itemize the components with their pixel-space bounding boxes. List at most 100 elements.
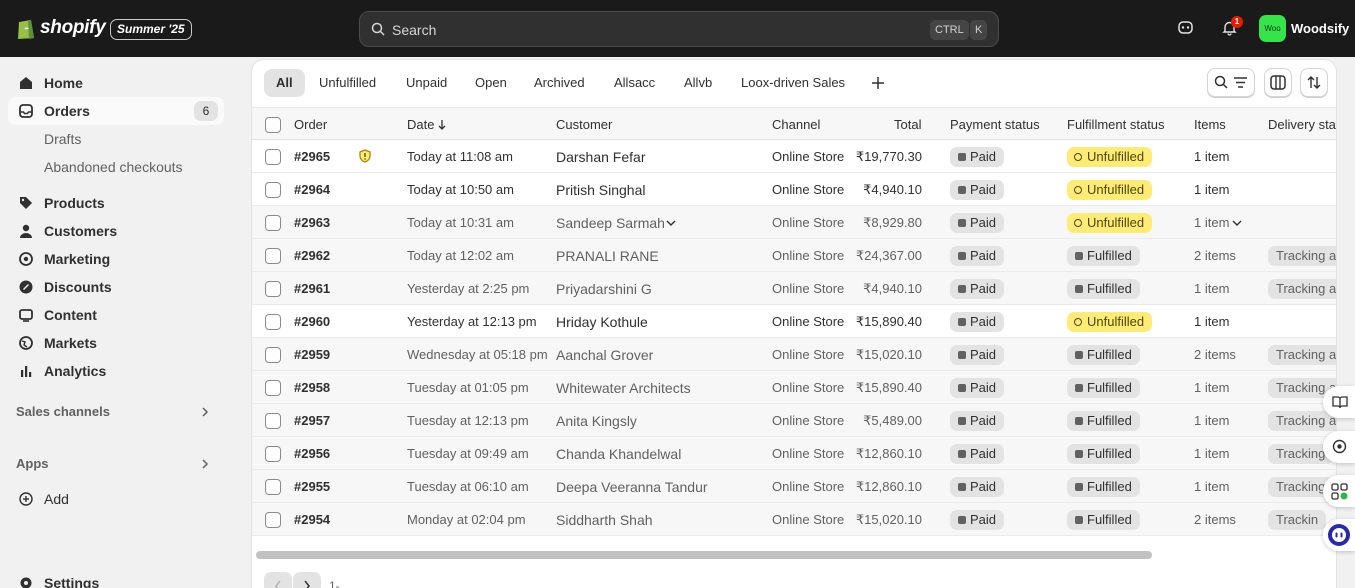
customer-name[interactable]: Anita Kingsly — [556, 413, 637, 429]
order-number[interactable]: #2957 — [294, 413, 330, 428]
row-checkbox[interactable] — [265, 248, 281, 264]
table-row[interactable]: #2965 Today at 11:08 am Darshan Fefar Onlin… — [252, 140, 1336, 173]
search-bar[interactable]: Search CTRL K — [359, 11, 999, 47]
row-checkbox[interactable] — [265, 413, 281, 429]
customer-name[interactable]: PRANALI RANE — [556, 248, 659, 264]
chevron-right-icon[interactable] — [200, 458, 210, 470]
table-row[interactable]: #2956 Tuesday at 09:49 am Chanda Khandelwa… — [252, 437, 1336, 470]
table-row[interactable]: #2960 Yesterday at 12:13 pm Hriday Kothule… — [252, 305, 1336, 338]
table-row[interactable]: #2963 Today at 10:31 am Sandeep Sarmah Onli… — [252, 206, 1336, 239]
order-number[interactable]: #2956 — [294, 446, 330, 461]
table-row[interactable]: #2961 Yesterday at 2:25 pm Priyadarshini G… — [252, 272, 1336, 305]
edition-badge[interactable]: Summer '25 — [110, 19, 192, 40]
customer-name[interactable]: Sandeep Sarmah — [556, 215, 665, 231]
items-count[interactable]: 2 items — [1194, 512, 1236, 527]
sidebar-item-marketing[interactable]: Marketing — [8, 245, 224, 273]
sidebar-item-markets[interactable]: Markets — [8, 329, 224, 357]
customer-name[interactable]: Aanchal Grover — [556, 347, 653, 363]
row-checkbox[interactable] — [265, 479, 281, 495]
header-delivery-status[interactable]: Delivery sta — [1268, 117, 1336, 132]
shopify-logo[interactable]: shopify — [16, 16, 106, 40]
sidebar-item-drafts[interactable]: Drafts — [8, 125, 224, 153]
sidebar-item-abandoned-checkouts[interactable]: Abandoned checkouts — [8, 153, 224, 181]
row-checkbox[interactable] — [265, 380, 281, 396]
items-count[interactable]: 1 item — [1194, 281, 1229, 296]
order-number[interactable]: #2964 — [294, 182, 330, 197]
tab-allsacc[interactable]: Allsacc — [602, 69, 667, 97]
customer-name[interactable]: Whitewater Architects — [556, 380, 691, 396]
items-count[interactable]: 1 item — [1194, 182, 1229, 197]
chevron-down-icon[interactable] — [1232, 219, 1242, 227]
customer-name[interactable]: Hriday Kothule — [556, 314, 648, 330]
items-count[interactable]: 2 items — [1194, 347, 1236, 362]
row-checkbox[interactable] — [265, 347, 281, 363]
add-view-plus-icon[interactable] — [871, 76, 885, 90]
row-checkbox[interactable] — [265, 149, 281, 165]
order-number[interactable]: #2959 — [294, 347, 330, 362]
chat-assistant-button[interactable] — [1323, 519, 1355, 551]
order-number[interactable]: #2960 — [294, 314, 330, 329]
order-number[interactable]: #2958 — [294, 380, 330, 395]
items-count[interactable]: 1 item — [1194, 380, 1229, 395]
apps-grid-button[interactable] — [1323, 475, 1355, 507]
header-date[interactable]: Date — [407, 117, 434, 132]
customer-name[interactable]: Pritish Singhal — [556, 182, 646, 198]
row-checkbox[interactable] — [265, 281, 281, 297]
sidebar-item-home[interactable]: Home — [8, 69, 224, 97]
row-checkbox[interactable] — [265, 215, 281, 231]
order-number[interactable]: #2954 — [294, 512, 330, 527]
items-count[interactable]: 1 item — [1194, 149, 1229, 164]
sidebar-item-products[interactable]: Products — [8, 189, 224, 217]
items-count[interactable]: 1 item — [1194, 446, 1229, 461]
header-fulfillment-status[interactable]: Fulfillment status — [1067, 117, 1165, 132]
header-order[interactable]: Order — [294, 117, 327, 132]
sort-button[interactable] — [1300, 68, 1328, 97]
order-number[interactable]: #2961 — [294, 281, 330, 296]
order-number[interactable]: #2962 — [294, 248, 330, 263]
header-channel[interactable]: Channel — [772, 117, 820, 132]
tab-allvb[interactable]: Allvb — [672, 69, 724, 97]
table-row[interactable]: #2954 Monday at 02:04 pm Siddharth Shah Onl… — [252, 503, 1336, 536]
header-total[interactable]: Total — [894, 117, 921, 132]
previous-page-button[interactable] — [264, 572, 292, 588]
items-count[interactable]: 1 item — [1194, 215, 1229, 230]
order-number[interactable]: #2955 — [294, 479, 330, 494]
sales-channels-heading[interactable]: Sales channels — [16, 404, 110, 419]
table-row[interactable]: #2959 Wednesday at 05:18 pm Aanchal Grover… — [252, 338, 1336, 371]
order-number[interactable]: #2965 — [294, 149, 330, 164]
row-checkbox[interactable] — [265, 512, 281, 528]
horizontal-scrollbar[interactable] — [256, 551, 1152, 559]
columns-button[interactable] — [1264, 68, 1292, 97]
sidebar-item-settings[interactable]: Settings — [8, 569, 224, 588]
row-checkbox[interactable] — [265, 446, 281, 462]
store-name[interactable]: Woodsify — [1291, 21, 1349, 36]
store-avatar[interactable]: Woo — [1259, 15, 1286, 42]
table-row[interactable]: #2955 Tuesday at 06:10 am Deepa Veeranna T… — [252, 470, 1336, 503]
sidebar-item-discounts[interactable]: Discounts — [8, 273, 224, 301]
table-row[interactable]: #2962 Today at 12:02 am PRANALI RANE Online… — [252, 239, 1336, 272]
table-row[interactable]: #2958 Tuesday at 01:05 pm Whitewater Archi… — [252, 371, 1336, 404]
customer-name[interactable]: Priyadarshini G — [556, 281, 652, 297]
help-book-button[interactable] — [1323, 386, 1355, 418]
location-button[interactable] — [1323, 431, 1355, 463]
header-items[interactable]: Items — [1194, 117, 1226, 132]
next-page-button[interactable] — [293, 572, 321, 588]
items-count[interactable]: 2 items — [1194, 248, 1236, 263]
customer-name[interactable]: Darshan Fefar — [556, 149, 645, 165]
table-row[interactable]: #2957 Tuesday at 12:13 pm Anita Kingsly Onl… — [252, 404, 1336, 437]
sidekick-icon[interactable] — [1177, 19, 1194, 36]
items-count[interactable]: 1 item — [1194, 413, 1229, 428]
sidebar-item-analytics[interactable]: Analytics — [8, 357, 224, 385]
items-count[interactable]: 1 item — [1194, 479, 1229, 494]
row-checkbox[interactable] — [265, 314, 281, 330]
tab-loox-driven-sales[interactable]: Loox-driven Sales — [729, 69, 857, 97]
header-payment-status[interactable]: Payment status — [950, 117, 1040, 132]
chevron-down-icon[interactable] — [666, 219, 676, 227]
tab-open[interactable]: Open — [463, 69, 519, 97]
header-customer[interactable]: Customer — [556, 117, 612, 132]
apps-heading[interactable]: Apps — [16, 456, 49, 471]
table-row[interactable]: #2964 Today at 10:50 am Pritish Singhal Onl… — [252, 173, 1336, 206]
tab-archived[interactable]: Archived — [522, 69, 597, 97]
tab-unpaid[interactable]: Unpaid — [394, 69, 459, 97]
customer-name[interactable]: Chanda Khandelwal — [556, 446, 681, 462]
